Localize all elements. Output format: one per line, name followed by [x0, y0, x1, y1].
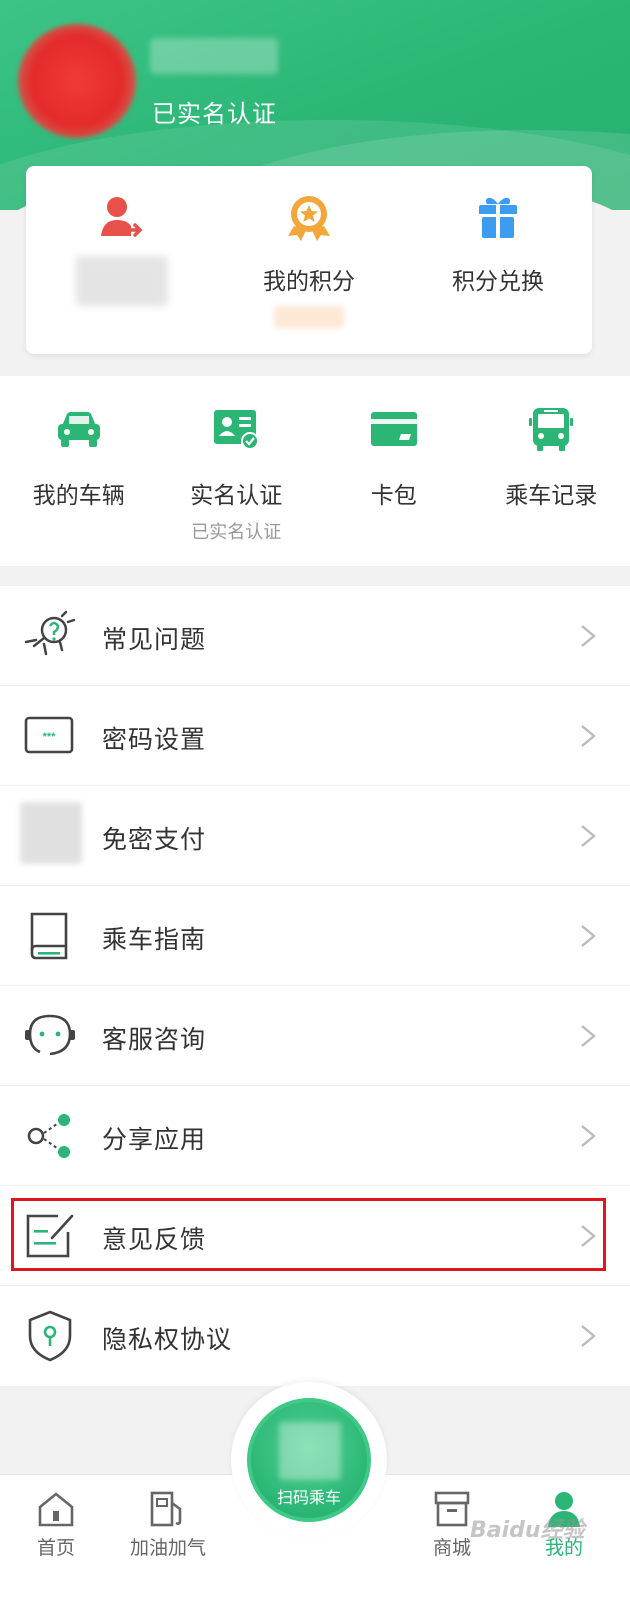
tab-fuel[interactable]: 加油加气: [118, 1475, 218, 1600]
points-card-my-points[interactable]: 我的积分: [215, 166, 403, 354]
guide-book-icon: [30, 912, 68, 960]
svg-text:***: ***: [43, 731, 57, 743]
id-card-icon: [214, 410, 260, 450]
gift-icon: [479, 197, 517, 238]
card-wallet-icon: [370, 412, 417, 446]
home-icon: [38, 1492, 74, 1527]
grid-item-ride-records[interactable]: 乘车记录: [473, 376, 630, 566]
tab-label: 加油加气: [129, 1537, 206, 1559]
qr-code-icon: [279, 1422, 341, 1480]
fuel-icon: [150, 1491, 182, 1527]
menu-item-label: 隐私权协议: [102, 1325, 233, 1354]
account-value-blurred: [76, 256, 168, 306]
chevron-right-icon: [581, 825, 596, 847]
watermark: Baidu经验: [470, 1518, 585, 1543]
customer-service-icon: [25, 1014, 75, 1056]
points-card-label: 积分兑换: [452, 269, 544, 295]
scan-ride-label: 扫码乘车: [276, 1488, 341, 1507]
payment-icon: [20, 802, 82, 864]
store-icon: [434, 1491, 470, 1527]
chevron-right-icon: [581, 1325, 596, 1347]
scan-ride-button-wrap: 扫码乘车: [231, 1382, 387, 1538]
menu-item-customer-service[interactable]: 客服咨询: [0, 986, 630, 1086]
menu-item-label: 常见问题: [102, 625, 207, 654]
points-card: 我的积分 积分兑换: [26, 166, 592, 354]
grid-item-label: 我的车辆: [32, 483, 125, 509]
password-icon: ***: [24, 716, 74, 754]
menu-item-label: 意见反馈: [102, 1225, 207, 1254]
username-blurred: [150, 38, 278, 74]
privacy-shield-icon: [28, 1310, 72, 1362]
chevron-right-icon: [581, 1125, 596, 1147]
chevron-right-icon: [581, 1225, 596, 1247]
tab-home[interactable]: 首页: [6, 1475, 106, 1600]
points-card-account[interactable]: [26, 166, 214, 354]
chevron-right-icon: [581, 625, 596, 647]
menu-item-label: 密码设置: [102, 725, 207, 754]
menu-item-label: 免密支付: [102, 825, 207, 854]
menu-item-privacy[interactable]: 隐私权协议: [0, 1286, 630, 1386]
feedback-icon: [26, 1214, 74, 1258]
menu-item-passwordless-pay[interactable]: 免密支付: [0, 786, 630, 886]
points-card-label: 我的积分: [263, 269, 355, 295]
grid-item-label: 卡包: [370, 483, 417, 509]
grid-item-sublabel: 已实名认证: [191, 522, 282, 543]
chevron-right-icon: [581, 925, 596, 947]
car-icon: [57, 412, 100, 447]
scan-ride-button[interactable]: 扫码乘车: [247, 1398, 371, 1522]
settings-menu: 常见问题 *** 密码设置 免密支付 乘车指南 客服咨询 分享应用 意见反馈 隐…: [0, 586, 630, 1386]
avatar[interactable]: [18, 24, 136, 138]
grid-item-label: 乘车记录: [505, 483, 598, 509]
grid-item-card-wallet[interactable]: 卡包: [315, 376, 473, 566]
points-value-blurred: [274, 306, 344, 328]
grid-item-my-vehicle[interactable]: 我的车辆: [0, 376, 158, 566]
menu-item-label: 乘车指南: [102, 925, 207, 954]
menu-item-feedback[interactable]: 意见反馈: [0, 1186, 630, 1286]
quick-actions-grid: 我的车辆 实名认证 已实名认证 卡包 乘车记录: [0, 376, 630, 566]
grid-item-label: 实名认证: [190, 483, 283, 509]
user-transfer-icon: [101, 197, 143, 237]
share-icon: [27, 1114, 70, 1158]
grid-item-real-name[interactable]: 实名认证 已实名认证: [158, 376, 316, 566]
menu-item-password[interactable]: *** 密码设置: [0, 686, 630, 786]
faq-icon: [24, 610, 76, 656]
menu-item-label: 客服咨询: [102, 1025, 207, 1054]
chevron-right-icon: [581, 725, 596, 747]
menu-item-ride-guide[interactable]: 乘车指南: [0, 886, 630, 986]
verified-status: 已实名认证: [152, 100, 277, 128]
tab-label: 首页: [36, 1537, 75, 1559]
menu-item-label: 分享应用: [102, 1125, 207, 1154]
medal-icon: [288, 196, 330, 241]
menu-item-share-app[interactable]: 分享应用: [0, 1086, 630, 1186]
points-card-exchange[interactable]: 积分兑换: [404, 166, 592, 354]
menu-item-faq[interactable]: 常见问题: [0, 586, 630, 686]
bus-icon: [529, 408, 574, 451]
chevron-right-icon: [581, 1025, 596, 1047]
